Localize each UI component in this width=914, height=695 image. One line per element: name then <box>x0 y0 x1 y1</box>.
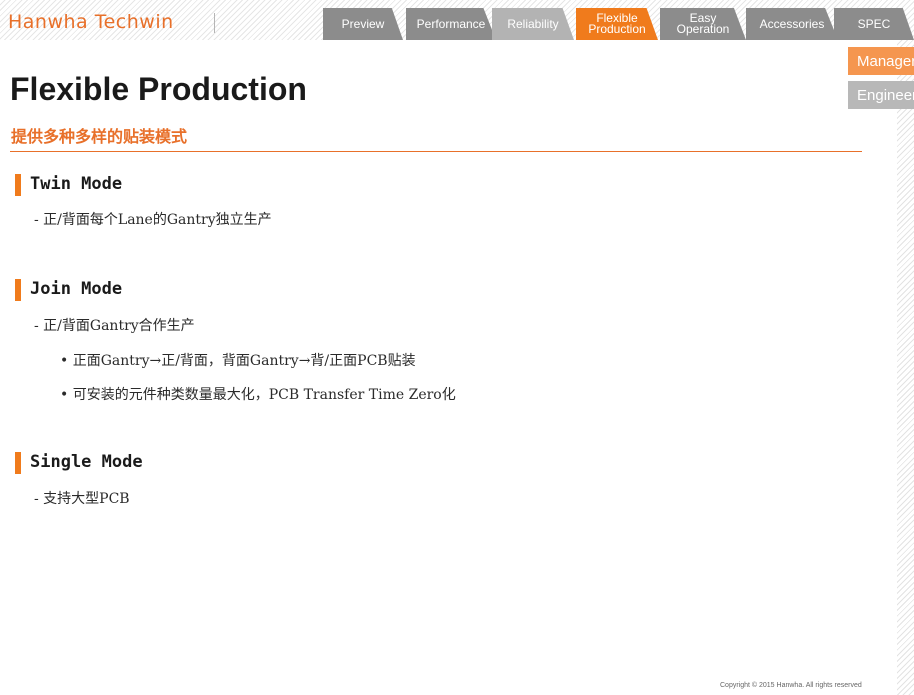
section-title-single-mode: Single Mode <box>30 452 143 472</box>
copyright-notice: Copyright © 2015 Hanwha. All rights rese… <box>720 682 862 689</box>
tab-label: Preview <box>341 16 385 31</box>
list-item: - 正/背面每个Lane的Gantry独立生产 <box>34 212 272 228</box>
tab-easy-operation[interactable]: Easy Operation <box>660 8 746 40</box>
tab-label: SPEC <box>857 16 891 31</box>
right-decorative-strip <box>897 40 914 695</box>
section-marker <box>15 452 21 474</box>
tab-preview[interactable]: Preview <box>323 8 403 40</box>
section-marker <box>15 279 21 301</box>
tab-accessories[interactable]: Accessories <box>746 8 838 40</box>
section-title-join-mode: Join Mode <box>30 279 123 299</box>
side-nav-manager[interactable]: Manager <box>848 47 914 75</box>
tab-label-line2: Operation <box>676 22 730 36</box>
title-divider <box>10 151 862 152</box>
top-nav-tabs: Preview Performance Reliability Flexible… <box>0 0 914 40</box>
section-title-twin-mode: Twin Mode <box>30 174 123 194</box>
list-item: - 正/背面Gantry合作生产 <box>34 318 195 334</box>
tab-label: Reliability <box>507 16 559 31</box>
page-title: Flexible Production <box>10 71 307 107</box>
section-marker <box>15 174 21 196</box>
tab-reliability[interactable]: Reliability <box>492 8 574 40</box>
tab-spec[interactable]: SPEC <box>834 8 914 40</box>
side-nav-label: Manager <box>857 52 914 70</box>
side-nav-label: Engineer <box>857 86 914 104</box>
tab-performance[interactable]: Performance <box>406 8 496 40</box>
sub-list-item: • 正面Gantry→正/背面，背面Gantry→背/正面PCB贴装 <box>60 353 416 369</box>
tab-label: Performance <box>416 16 486 31</box>
tab-label-line2: Production <box>588 22 646 36</box>
tab-flexible-production[interactable]: Flexible Production <box>576 8 658 40</box>
list-item: - 支持大型PCB <box>34 491 130 507</box>
tab-label: Accessories <box>759 16 825 31</box>
page-subtitle: 提供多种多样的贴装模式 <box>11 127 188 146</box>
sub-list-item: • 可安装的元件种类数量最大化，PCB Transfer Time Zero化 <box>60 387 456 403</box>
side-nav-engineer[interactable]: Engineer <box>848 81 914 109</box>
